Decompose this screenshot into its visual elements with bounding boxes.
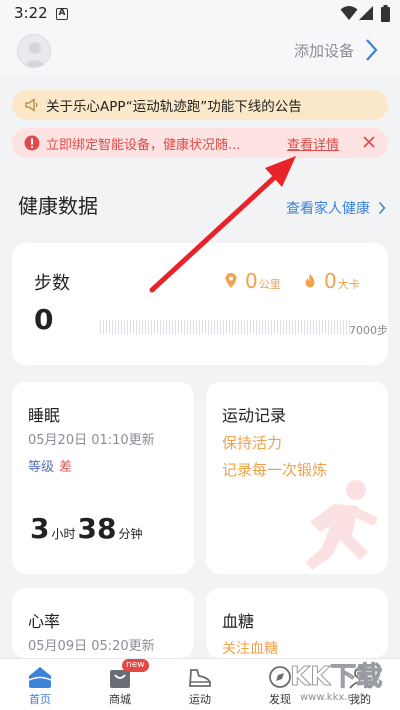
- sleep-minutes-unit: 分钟: [118, 527, 143, 541]
- blood-sugar-title: 血糖: [222, 612, 255, 631]
- battery-icon: [381, 5, 390, 22]
- calories-unit: 大卡: [337, 278, 360, 291]
- steps-goal: 7000步: [349, 324, 388, 337]
- add-device-label: 添加设备: [293, 41, 354, 60]
- heart-rate-title: 心率: [28, 612, 61, 631]
- sleep-updated: 05月20日 01:10更新: [28, 433, 155, 448]
- steps-card[interactable]: 步数 0 0 公里 0 大卡 7000步: [12, 243, 388, 365]
- chevron-right-icon: [378, 201, 386, 215]
- tab-mall[interactable]: new 商城: [80, 659, 160, 710]
- avatar[interactable]: [17, 34, 51, 68]
- view-details-link[interactable]: 查看详情: [287, 134, 339, 153]
- exercise-line-1: 保持活力: [222, 434, 283, 452]
- location-pin-icon: [225, 273, 237, 288]
- steps-progress-bar: [100, 320, 350, 334]
- exercise-line-2: 记录每一次锻炼: [222, 461, 328, 479]
- calories-value: 0: [324, 269, 337, 293]
- home-icon: [28, 667, 52, 688]
- tab-home[interactable]: 首页: [0, 659, 80, 710]
- sleep-duration: 3 小时 38 分钟: [30, 512, 144, 545]
- shoe-icon: [189, 669, 211, 687]
- sleep-hours-unit: 小时: [51, 527, 76, 541]
- steps-value: 0: [34, 303, 54, 336]
- distance-stat: 0 公里: [225, 269, 281, 293]
- steps-title: 步数: [34, 273, 70, 294]
- sleep-minutes: 38: [77, 512, 117, 545]
- megaphone-icon: [25, 98, 38, 112]
- chevron-right-icon: [366, 39, 378, 61]
- tab-mall-label: 商城: [109, 693, 131, 706]
- top-bar: 添加设备: [0, 28, 400, 76]
- watermark-brand: KK下载: [289, 662, 383, 693]
- signal-icon: [359, 6, 373, 20]
- tab-sport-label: 运动: [189, 693, 211, 706]
- health-data-title: 健康数据: [18, 194, 98, 218]
- sleep-level-value: 差: [59, 460, 73, 475]
- family-health-label: 查看家人健康: [286, 201, 370, 217]
- blood-sugar-card[interactable]: 血糖 关注血糖: [206, 588, 388, 658]
- heart-rate-card[interactable]: 心率 05月09日 05:20更新: [12, 588, 194, 658]
- calories-stat: 0 大卡: [304, 269, 360, 293]
- sleep-level: 等级差: [28, 456, 72, 475]
- distance-value: 0: [245, 269, 258, 293]
- flame-icon: [305, 274, 315, 288]
- announcement-text: 关于乐心APP“运动轨迹跑”功能下线的公告: [46, 99, 302, 115]
- sleep-level-label: 等级: [28, 460, 55, 475]
- status-bar: 3:22 A: [0, 0, 400, 28]
- exercise-title: 运动记录: [222, 406, 287, 425]
- close-icon[interactable]: [361, 134, 377, 150]
- notification-icon: A: [56, 8, 68, 20]
- heart-rate-updated: 05月09日 05:20更新: [28, 639, 155, 654]
- bind-alert-text: 立即绑定智能设备，健康状况随...: [46, 137, 241, 153]
- announcement-banner[interactable]: 关于乐心APP“运动轨迹跑”功能下线的公告: [12, 90, 388, 120]
- bind-device-alert: 立即绑定智能设备，健康状况随... 查看详情: [12, 128, 388, 158]
- alert-icon: [24, 135, 40, 151]
- tab-sport[interactable]: 运动: [160, 659, 240, 710]
- runner-icon: [306, 480, 378, 570]
- new-badge: new: [122, 659, 149, 672]
- watermark-logo: KK下载 www.kkx.net: [288, 652, 396, 710]
- tab-home-label: 首页: [29, 693, 51, 706]
- add-device-button[interactable]: 添加设备: [294, 38, 378, 62]
- blood-sugar-line-1: 关注血糖: [222, 641, 278, 657]
- distance-unit: 公里: [258, 278, 281, 291]
- watermark-url: www.kkx.net: [300, 692, 364, 703]
- sleep-title: 睡眠: [28, 406, 61, 425]
- sleep-card[interactable]: 睡眠 05月20日 01:10更新 等级差 3 小时 38 分钟: [12, 382, 194, 574]
- avatar-placeholder-icon: [23, 42, 47, 67]
- status-time: 3:22: [14, 4, 48, 22]
- family-health-link[interactable]: 查看家人健康: [286, 198, 386, 218]
- sleep-hours: 3: [30, 512, 50, 545]
- wifi-icon: [340, 6, 358, 20]
- exercise-record-card[interactable]: 运动记录 保持活力 记录每一次锻炼: [206, 382, 388, 574]
